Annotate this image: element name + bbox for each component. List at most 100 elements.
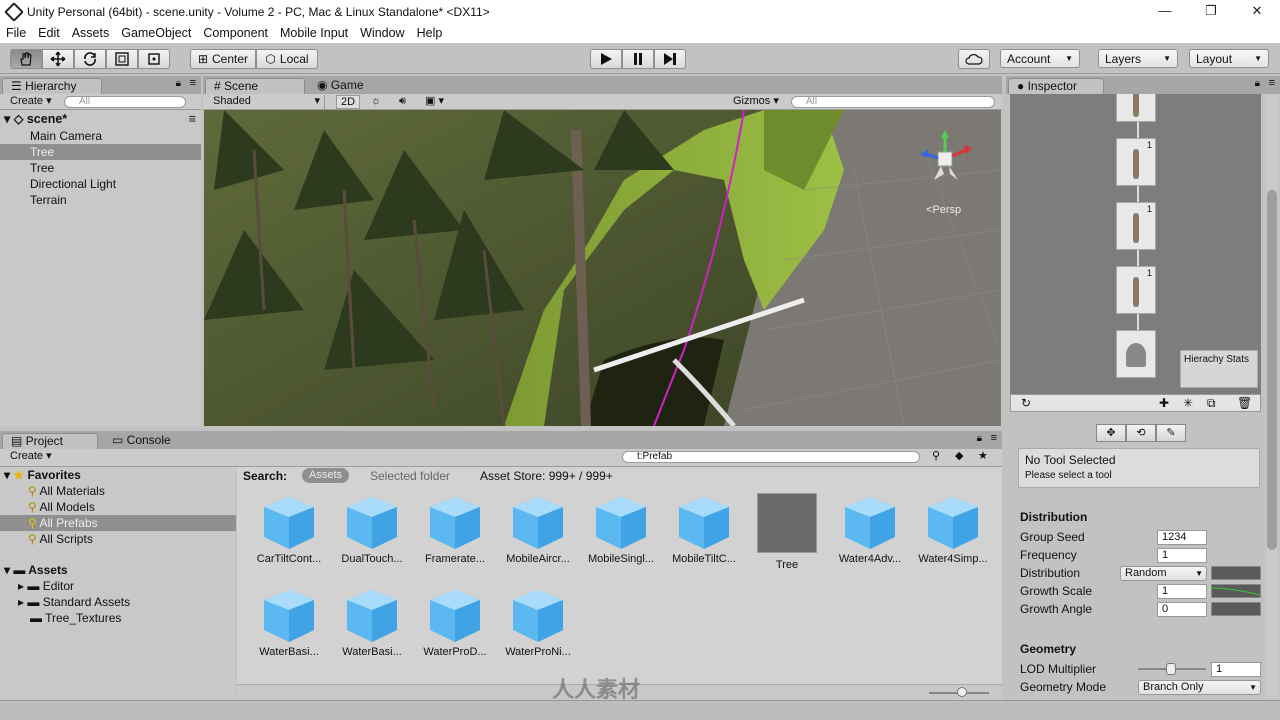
- scene-root-row[interactable]: ▾ ◇ scene* ≡: [0, 110, 201, 128]
- tree-node[interactable]: 1: [1116, 266, 1156, 314]
- scope-assets-button[interactable]: Assets: [302, 468, 350, 483]
- tab-console[interactable]: ▭ Console: [104, 433, 184, 449]
- layout-dropdown[interactable]: Layout ▼: [1189, 49, 1269, 68]
- distribution-curve[interactable]: [1211, 566, 1261, 580]
- growth-angle-curve[interactable]: [1211, 602, 1261, 616]
- favorite-item[interactable]: ⚲ All Scripts: [0, 531, 236, 547]
- filter-by-type-icon[interactable]: ⚲: [932, 450, 940, 464]
- move-node-tool-button[interactable]: ✥: [1096, 424, 1126, 442]
- hierarchy-item[interactable]: Tree: [0, 160, 201, 176]
- account-dropdown[interactable]: Account ▼: [1000, 49, 1080, 68]
- play-button[interactable]: [590, 49, 622, 69]
- project-create-dropdown[interactable]: Create ▾: [10, 450, 52, 464]
- cloud-button[interactable]: [958, 49, 990, 69]
- asset-folder[interactable]: ▸ ▬ Editor: [0, 578, 236, 594]
- icon-size-slider-handle[interactable]: [957, 687, 967, 697]
- hierarchy-item-selected[interactable]: Tree: [0, 144, 201, 160]
- panel-menu-icon[interactable]: ≡: [991, 432, 997, 444]
- asset-folder[interactable]: ▬ Tree_Textures: [0, 610, 236, 626]
- lod-multiplier-field[interactable]: 1: [1211, 662, 1261, 677]
- asset-item-prefab[interactable]: MobileAircr...: [498, 493, 578, 565]
- tree-graph-view[interactable]: 1 1 1 Hierachy Stats: [1010, 94, 1261, 394]
- tab-game[interactable]: ◉ Game: [309, 78, 379, 94]
- lighting-toggle-icon[interactable]: ☼: [371, 95, 381, 109]
- inspector-scroll-thumb[interactable]: [1267, 190, 1277, 550]
- asset-item-prefab[interactable]: WaterProNi...: [498, 586, 578, 658]
- add-leaf-icon[interactable]: ✚: [1159, 396, 1169, 410]
- menu-assets[interactable]: Assets: [66, 26, 116, 40]
- hierarchy-item[interactable]: Directional Light: [0, 176, 201, 192]
- hand-tool-button[interactable]: [10, 49, 42, 69]
- scope-selected-folder[interactable]: Selected folder: [370, 469, 450, 483]
- pivot-center-toggle[interactable]: ⊞ Center: [190, 49, 256, 69]
- asset-item-prefab[interactable]: MobileSingl...: [581, 493, 661, 565]
- maximize-button[interactable]: ❐: [1188, 0, 1234, 23]
- asset-item-prefab[interactable]: Water4Adv...: [830, 493, 910, 565]
- tab-project[interactable]: ▤ Project: [2, 433, 98, 449]
- hierarchy-create-dropdown[interactable]: Create ▾: [10, 95, 52, 109]
- growth-scale-field[interactable]: 1: [1157, 584, 1207, 599]
- asset-item-prefab[interactable]: Framerate...: [415, 493, 495, 565]
- favorite-star-icon[interactable]: ★: [978, 450, 988, 464]
- duplicate-icon[interactable]: ⧉: [1207, 396, 1216, 411]
- rotate-tool-button[interactable]: [74, 49, 106, 69]
- menu-window[interactable]: Window: [354, 26, 410, 40]
- scene-viewport[interactable]: <Persp: [204, 110, 1001, 426]
- step-button[interactable]: [654, 49, 686, 69]
- pivot-local-toggle[interactable]: ⬡ Local: [256, 49, 318, 69]
- favorite-item[interactable]: ⚲ All Models: [0, 499, 236, 515]
- asset-item-tree[interactable]: Tree: [747, 493, 827, 571]
- menu-edit[interactable]: Edit: [32, 26, 66, 40]
- tree-node[interactable]: [1116, 94, 1156, 122]
- 2d-toggle[interactable]: 2D: [336, 95, 361, 109]
- menu-component[interactable]: Component: [197, 26, 274, 40]
- refresh-icon[interactable]: ↻: [1021, 396, 1031, 410]
- asset-item-prefab[interactable]: WaterBasi...: [332, 586, 412, 658]
- scale-tool-button[interactable]: [106, 49, 138, 69]
- tab-scene[interactable]: # Scene: [205, 78, 305, 94]
- filter-by-label-icon[interactable]: ◆: [955, 450, 963, 464]
- shading-mode-dropdown[interactable]: Shaded ▾: [213, 95, 325, 109]
- favorites-header[interactable]: ▾ ★ Favorites: [0, 467, 236, 483]
- scene-search-input[interactable]: All: [791, 96, 995, 108]
- orientation-gizmo[interactable]: [916, 130, 976, 190]
- panel-menu-icon[interactable]: ≡: [190, 77, 196, 89]
- minimize-button[interactable]: —: [1142, 0, 1188, 23]
- freehand-tool-button[interactable]: ✎: [1156, 424, 1186, 442]
- hierarchy-search-input[interactable]: All: [64, 96, 186, 108]
- asset-item-prefab[interactable]: Water4Simp...: [913, 493, 993, 565]
- asset-item-prefab[interactable]: WaterBasi...: [249, 586, 329, 658]
- hierarchy-item[interactable]: Main Camera: [0, 128, 201, 144]
- gizmos-dropdown[interactable]: Gizmos ▾: [733, 95, 779, 109]
- asset-item-prefab[interactable]: DualTouch...: [332, 493, 412, 565]
- move-tool-button[interactable]: [42, 49, 74, 69]
- favorite-item-selected[interactable]: ⚲ All Prefabs: [0, 515, 236, 531]
- scene-menu-icon[interactable]: ≡: [189, 110, 196, 128]
- scope-asset-store[interactable]: Asset Store: 999+ / 999+: [480, 469, 613, 483]
- close-button[interactable]: ✕: [1234, 0, 1280, 23]
- tab-hierarchy[interactable]: ☰ Hierarchy: [2, 78, 102, 94]
- tree-root-node[interactable]: [1116, 330, 1156, 378]
- lock-icon[interactable]: 🔒︎: [176, 78, 181, 89]
- geometry-mode-dropdown[interactable]: Branch Only ▼: [1138, 680, 1261, 695]
- delete-icon[interactable]: 🗑︎: [1237, 396, 1252, 410]
- asset-item-prefab[interactable]: CarTiltCont...: [249, 493, 329, 565]
- rect-tool-button[interactable]: [138, 49, 170, 69]
- persp-label[interactable]: <Persp: [926, 204, 961, 216]
- assets-header[interactable]: ▾ ▬ Assets: [0, 562, 236, 578]
- menu-help[interactable]: Help: [411, 26, 449, 40]
- menu-mobile-input[interactable]: Mobile Input: [274, 26, 354, 40]
- pause-button[interactable]: [622, 49, 654, 69]
- tree-node[interactable]: 1: [1116, 202, 1156, 250]
- panel-menu-icon[interactable]: ≡: [1269, 77, 1275, 89]
- layers-dropdown[interactable]: Layers ▼: [1098, 49, 1178, 68]
- group-seed-field[interactable]: 1234: [1157, 530, 1207, 545]
- tree-node[interactable]: 1: [1116, 138, 1156, 186]
- menu-file[interactable]: File: [0, 26, 32, 40]
- hierarchy-item[interactable]: Terrain: [0, 192, 201, 208]
- menu-gameobject[interactable]: GameObject: [115, 26, 197, 40]
- audio-toggle-icon[interactable]: 🔊︎: [399, 95, 406, 109]
- favorite-item[interactable]: ⚲ All Materials: [0, 483, 236, 499]
- asset-item-prefab[interactable]: WaterProD...: [415, 586, 495, 658]
- asset-item-prefab[interactable]: MobileTiltC...: [664, 493, 744, 565]
